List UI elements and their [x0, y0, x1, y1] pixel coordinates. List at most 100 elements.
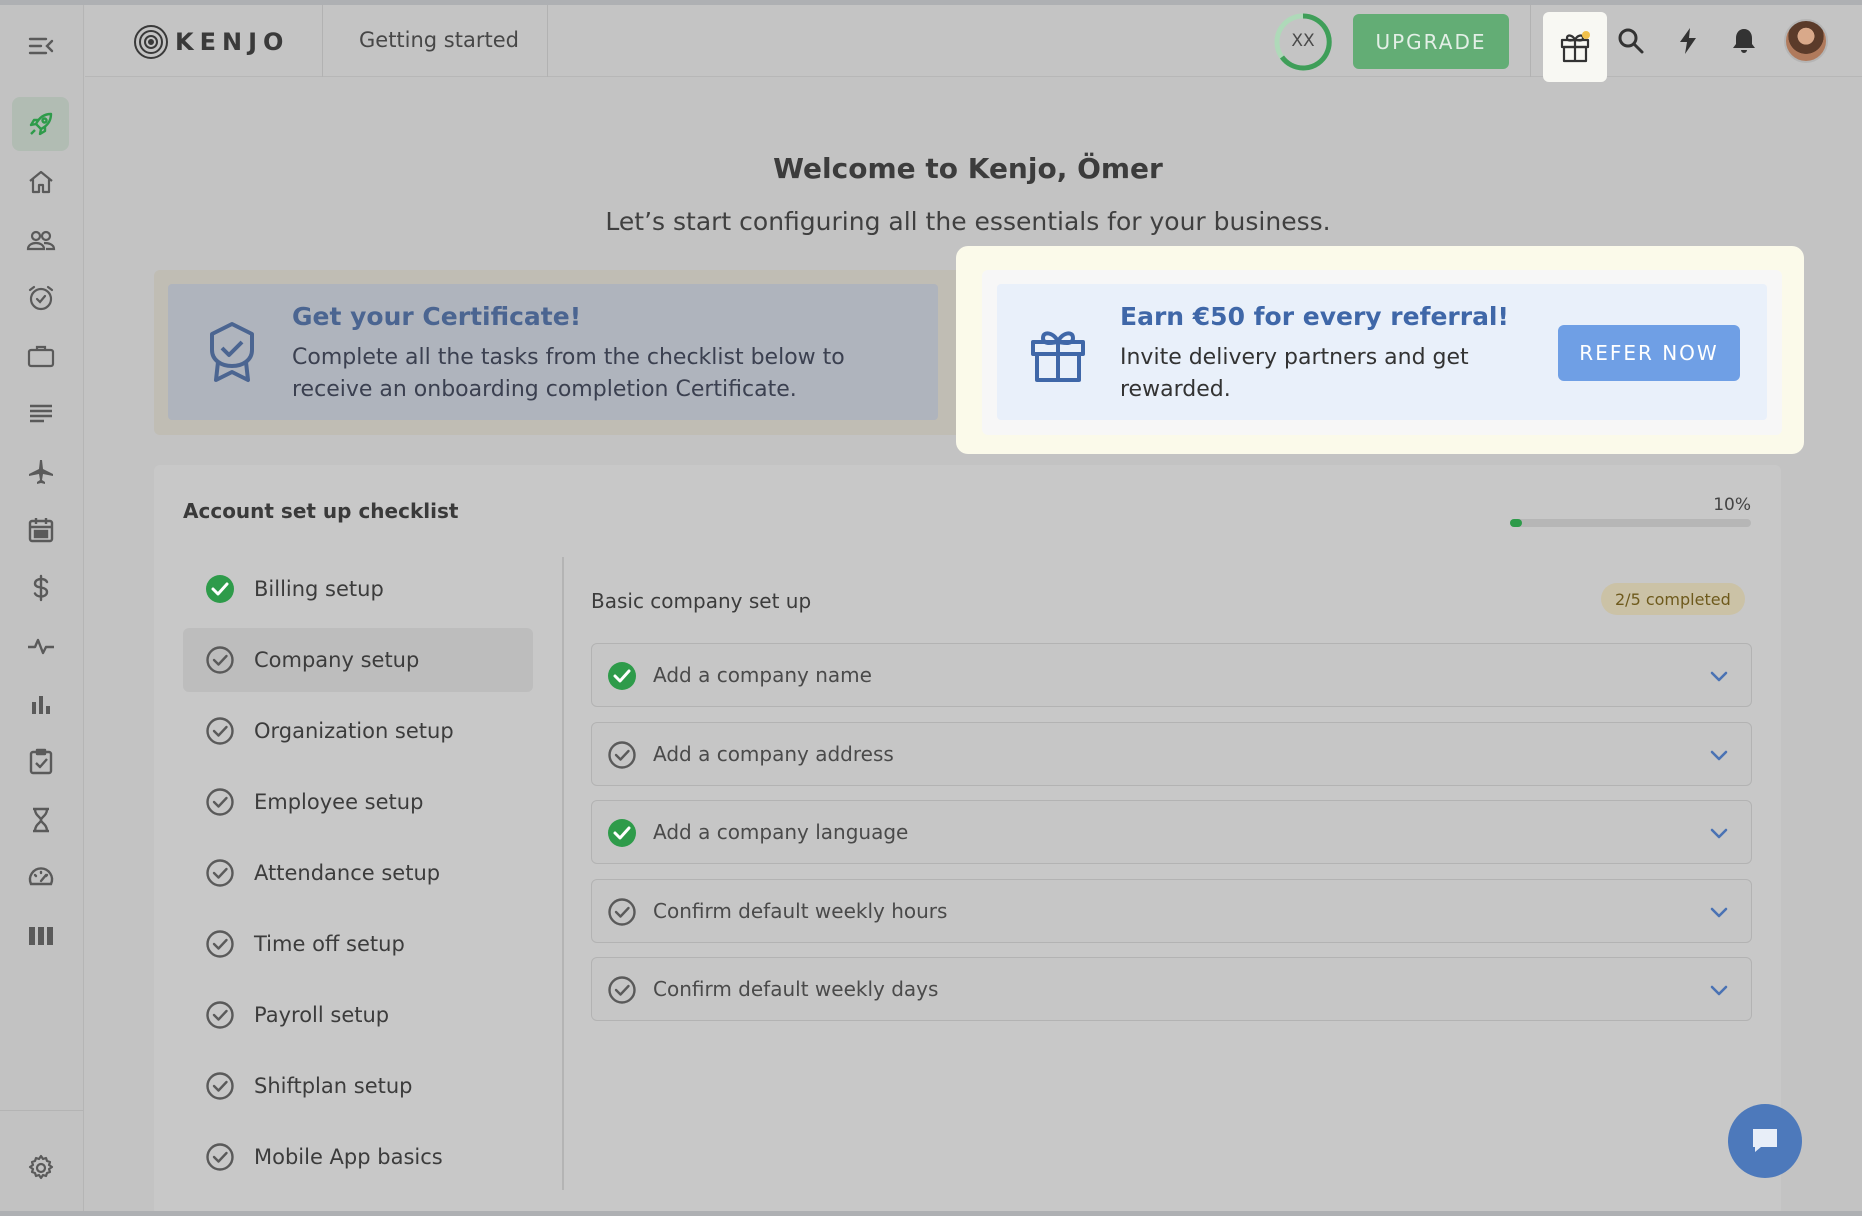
check-circle-outline-icon	[205, 929, 235, 959]
certificate-badge-icon	[204, 320, 260, 384]
airplane-icon[interactable]	[12, 445, 69, 499]
people-icon[interactable]	[12, 213, 69, 267]
setup-step-item[interactable]: Payroll setup	[183, 983, 533, 1047]
welcome-title: Welcome to Kenjo, Ömer	[773, 152, 1163, 185]
task-list: Add a company name Add a company address A…	[591, 643, 1752, 1036]
task-row[interactable]: Add a company language	[591, 800, 1752, 865]
setup-step-item[interactable]: Company setup	[183, 628, 533, 692]
check-circle-outline-icon	[205, 1142, 235, 1172]
task-label: Add a company language	[653, 820, 909, 845]
chevron-down-icon[interactable]	[1707, 900, 1731, 924]
chevron-down-icon[interactable]	[1707, 821, 1731, 845]
check-circle-outline-icon	[205, 1000, 235, 1030]
chat-button[interactable]	[1728, 1104, 1802, 1178]
panel-divider	[562, 557, 564, 1190]
checklist-icon[interactable]	[12, 735, 69, 789]
setup-step-label: Company setup	[254, 648, 420, 672]
certificate-text: Complete all the tasks from the checklis…	[292, 345, 845, 402]
upgrade-button[interactable]: UPGRADE	[1353, 14, 1509, 69]
briefcase-icon[interactable]	[12, 329, 69, 383]
lightning-icon[interactable]	[1672, 25, 1704, 57]
certificate-title: Get your Certificate!	[292, 302, 582, 331]
chat-icon	[1753, 1129, 1777, 1152]
setup-step-item[interactable]: Organization setup	[183, 699, 533, 763]
setup-step-label: Billing setup	[254, 577, 384, 601]
check-circle-outline-icon	[607, 975, 637, 1005]
alarm-clock-icon[interactable]	[12, 271, 69, 325]
completion-badge: 2/5 completed	[1601, 583, 1745, 615]
rocket-icon[interactable]	[12, 97, 69, 151]
certificate-card: Get your Certificate! Complete all the t…	[168, 284, 938, 420]
referral-title: Earn €50 for every referral!	[1120, 302, 1509, 331]
check-circle-outline-icon	[607, 740, 637, 770]
task-row[interactable]: Add a company address	[591, 721, 1752, 786]
checklist-panel: Account set up checklist 10% Billing set…	[154, 465, 1781, 1215]
kenjo-logo-mark	[134, 25, 168, 59]
task-row[interactable]: Confirm default weekly days	[591, 957, 1752, 1022]
progress-bar	[1510, 519, 1751, 527]
check-circle-outline-icon	[205, 858, 235, 888]
setup-step-item[interactable]: Billing setup	[183, 557, 533, 621]
top-separator	[547, 5, 548, 77]
kenjo-logo[interactable]: KENJO	[133, 24, 289, 60]
task-label: Confirm default weekly hours	[653, 898, 948, 923]
trial-badge-text: XX	[1291, 31, 1315, 51]
dollar-icon[interactable]	[12, 561, 69, 615]
setup-step-label: Time off setup	[254, 932, 405, 956]
setup-step-label: Organization setup	[254, 719, 454, 743]
trial-progress-ring[interactable]: XX	[1274, 13, 1332, 71]
user-avatar[interactable]	[1784, 19, 1828, 63]
speedometer-icon[interactable]	[12, 851, 69, 905]
check-circle-outline-icon	[205, 716, 235, 746]
logo-text: KENJO	[175, 28, 290, 56]
search-icon[interactable]	[1615, 25, 1647, 57]
calendar-icon[interactable]	[12, 503, 69, 557]
section-title: Basic company set up	[591, 589, 812, 613]
setup-step-item[interactable]: Time off setup	[183, 912, 533, 976]
check-circle-outline-icon	[205, 645, 235, 675]
task-row[interactable]: Confirm default weekly hours	[591, 878, 1752, 943]
list-icon[interactable]	[12, 387, 69, 441]
referral-text: Invite delivery partners and get rewarde…	[1120, 345, 1469, 402]
progress-percent: 10%	[1713, 495, 1751, 515]
setup-step-label: Mobile App basics	[254, 1145, 443, 1169]
hourglass-icon[interactable]	[12, 793, 69, 847]
refer-now-button[interactable]: REFER NOW	[1558, 325, 1740, 381]
task-label: Add a company name	[653, 663, 872, 687]
collapse-menu-icon[interactable]	[12, 19, 69, 73]
referral-card: Earn €50 for every referral! Invite deli…	[997, 284, 1767, 420]
setup-step-item[interactable]: Shiftplan setup	[183, 1054, 533, 1118]
check-circle-filled-icon	[607, 661, 637, 691]
page-title: Getting started	[359, 28, 519, 52]
task-label: Add a company address	[653, 741, 894, 766]
task-label: Confirm default weekly days	[653, 977, 939, 1002]
gift-icon	[1029, 324, 1085, 388]
task-row[interactable]: Add a company name	[591, 643, 1752, 707]
home-icon[interactable]	[12, 155, 69, 209]
setup-step-label: Shiftplan setup	[254, 1074, 413, 1098]
columns-icon[interactable]	[12, 909, 69, 963]
sidebar	[0, 5, 84, 1211]
check-circle-filled-icon	[607, 818, 637, 848]
top-bar: KENJO Getting started XX UPGRADE	[85, 5, 1862, 82]
bell-icon[interactable]	[1728, 25, 1760, 57]
welcome-subtitle: Let’s start configuring all the essentia…	[605, 207, 1331, 236]
setup-step-item[interactable]: Employee setup	[183, 770, 533, 834]
chevron-down-icon[interactable]	[1707, 978, 1731, 1002]
pulse-icon[interactable]	[12, 619, 69, 673]
progress-bar-fill	[1510, 519, 1522, 527]
sidebar-divider	[0, 1110, 84, 1111]
check-circle-filled-icon	[205, 574, 235, 604]
bar-chart-icon[interactable]	[12, 677, 69, 731]
chevron-down-icon[interactable]	[1707, 743, 1731, 767]
gift-icon[interactable]	[1543, 12, 1607, 82]
gear-icon[interactable]	[12, 1141, 69, 1195]
setup-step-label: Employee setup	[254, 790, 424, 814]
checklist-title: Account set up checklist	[183, 499, 459, 523]
chevron-down-icon[interactable]	[1707, 664, 1731, 688]
setup-step-label: Payroll setup	[254, 1003, 390, 1027]
setup-steps-list: Billing setup Company setup Organization s…	[183, 557, 533, 1196]
top-separator	[1530, 5, 1531, 77]
setup-step-item[interactable]: Attendance setup	[183, 841, 533, 905]
setup-step-item[interactable]: Mobile App basics	[183, 1125, 533, 1189]
